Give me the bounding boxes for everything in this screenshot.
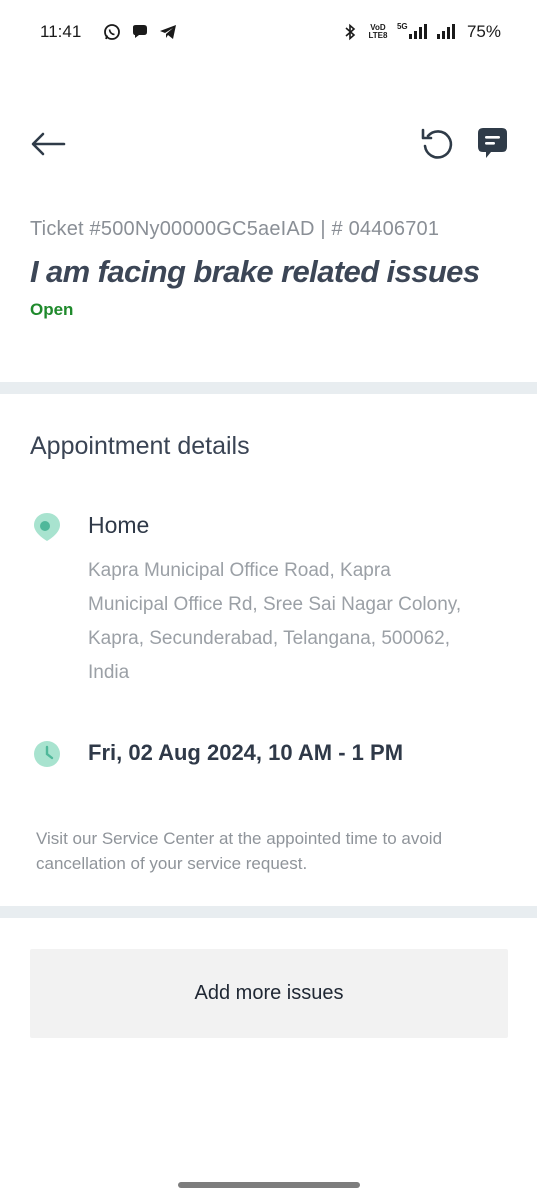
ticket-header: Ticket #500Ny00000GC5aeIAD | # 04406701 … bbox=[30, 212, 510, 320]
chat-bubble-icon bbox=[131, 23, 149, 41]
appointment-datetime: Fri, 02 Aug 2024, 10 AM - 1 PM bbox=[88, 740, 404, 765]
section-divider bbox=[0, 382, 537, 394]
clock-icon bbox=[34, 741, 60, 767]
status-bar-left: 11:41 bbox=[40, 22, 177, 42]
location-address: Kapra Municipal Office Road, Kapra Munic… bbox=[88, 560, 462, 683]
ticket-title: I am facing brake related issues bbox=[30, 254, 480, 289]
status-time: 11:41 bbox=[40, 22, 82, 41]
add-more-issues-button[interactable]: Add more issues bbox=[30, 949, 508, 1038]
telegram-icon bbox=[159, 23, 177, 41]
top-app-bar bbox=[0, 118, 537, 168]
battery-level: 75% bbox=[466, 22, 501, 41]
location-name: Home bbox=[88, 512, 150, 538]
network-5g-label: 5G bbox=[396, 22, 408, 31]
signal-icon bbox=[435, 23, 459, 41]
chat-button[interactable] bbox=[472, 122, 512, 164]
network-label-bottom: LTE8 bbox=[368, 31, 388, 40]
status-bar-right: VoD LTE8 5G 75% bbox=[341, 22, 501, 42]
back-button[interactable] bbox=[28, 124, 68, 164]
status-bar: 11:41 VoD LTE8 5G 75% bbox=[0, 0, 537, 64]
bluetooth-icon bbox=[341, 23, 359, 41]
section-divider bbox=[0, 906, 537, 918]
location-pin-icon bbox=[34, 513, 60, 541]
whatsapp-icon bbox=[103, 23, 121, 41]
refresh-button[interactable] bbox=[416, 122, 458, 164]
ticket-number: Ticket #500Ny00000GC5aeIAD | # 04406701 bbox=[30, 218, 440, 240]
back-arrow-icon bbox=[31, 132, 66, 156]
ticket-details-screen: 11:41 VoD LTE8 5G 75% Ticket #500Ny00000… bbox=[0, 0, 537, 1200]
refresh-icon bbox=[421, 128, 453, 159]
appointment-note: Visit our Service Center at the appointe… bbox=[36, 829, 443, 873]
home-indicator[interactable] bbox=[178, 1182, 360, 1188]
chat-icon bbox=[478, 128, 507, 158]
appointment-heading: Appointment details bbox=[30, 432, 250, 460]
volte-icon: VoD LTE8 bbox=[367, 23, 389, 41]
signal-5g-icon: 5G bbox=[397, 23, 427, 41]
ticket-status-badge: Open bbox=[30, 300, 74, 319]
